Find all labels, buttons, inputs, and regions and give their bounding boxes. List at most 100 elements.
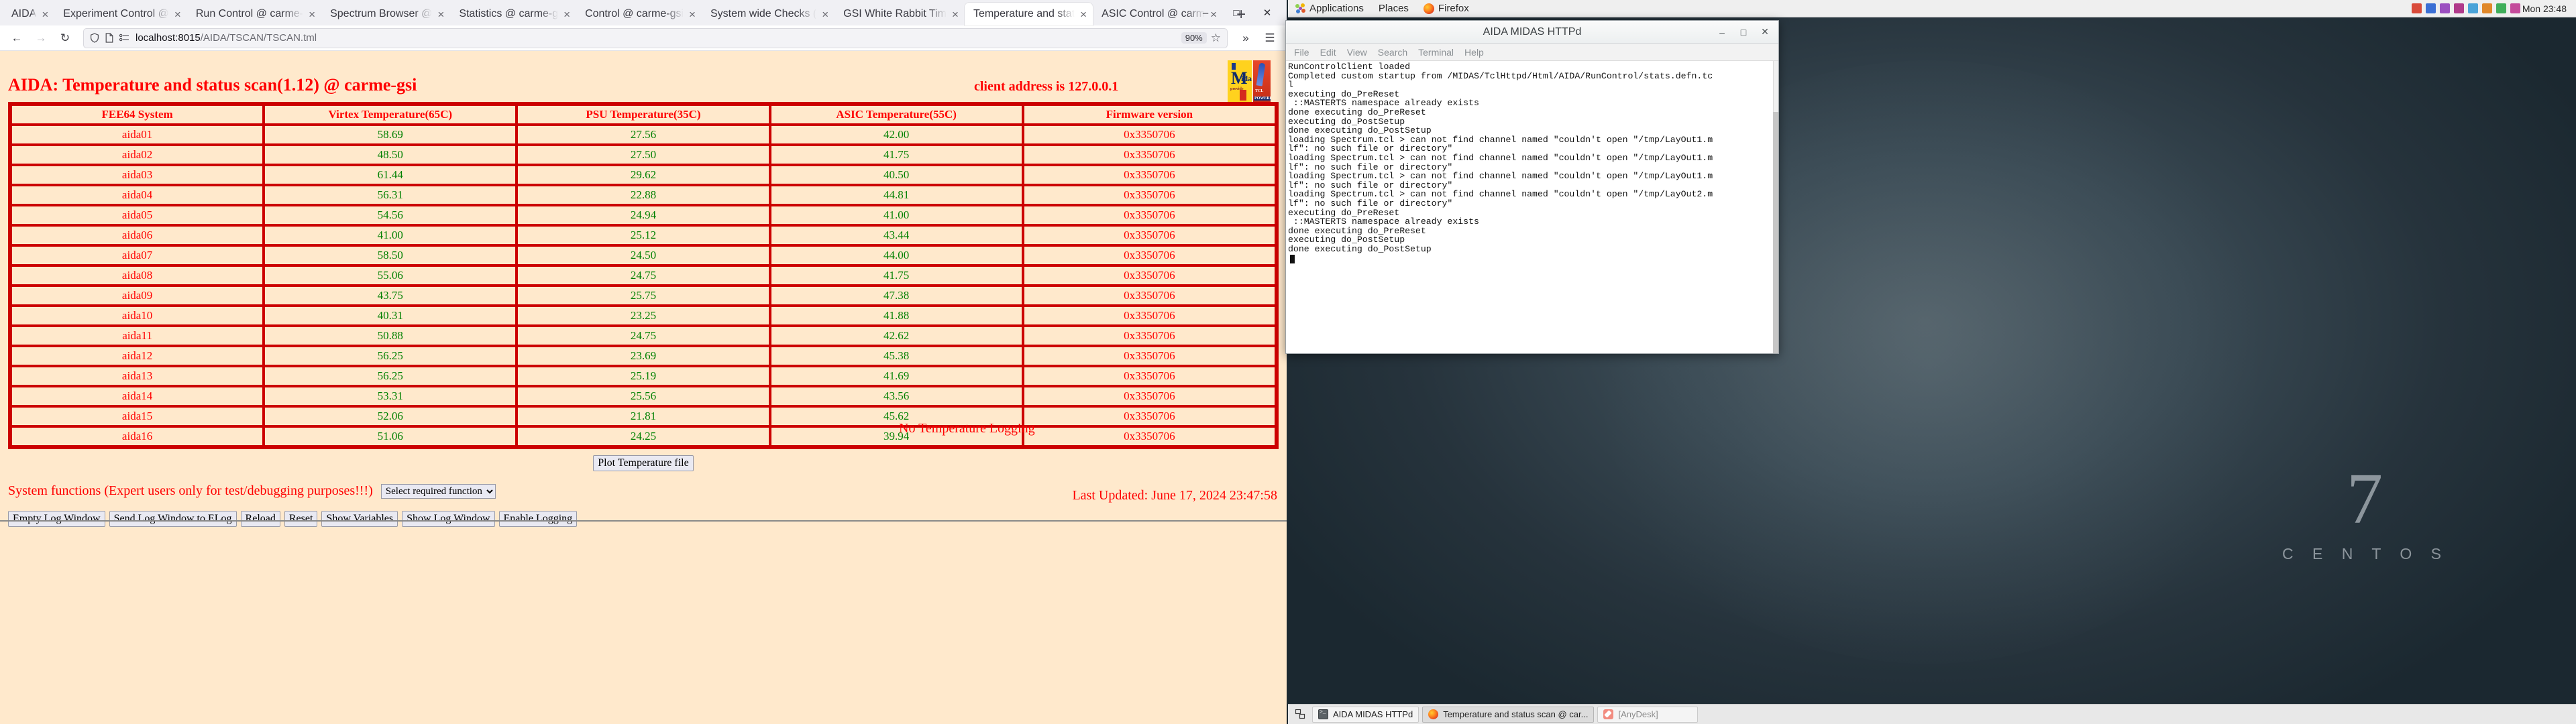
table-header: FEE64 System Virtex Temperature(65C) PSU T… <box>11 105 1276 125</box>
browser-tab-label: System wide Checks ( <box>710 8 817 19</box>
close-tab-icon[interactable]: × <box>1080 9 1087 20</box>
table-cell-temperature: 24.75 <box>517 265 770 286</box>
taskbar-item-label: [AnyDesk] <box>1618 709 1658 719</box>
terminal-menu-item[interactable]: View <box>1342 46 1372 59</box>
close-window-button[interactable]: ✕ <box>1252 3 1283 23</box>
xfce-logo-icon <box>1295 3 1305 13</box>
system-functions-select[interactable]: Select required function <box>380 483 496 499</box>
reload-button[interactable]: ↻ <box>54 28 76 48</box>
table-cell-temperature: 58.50 <box>264 245 517 265</box>
address-bar[interactable]: localhost:8015/AIDA/TSCAN/TSCAN.tml 90% … <box>83 27 1228 48</box>
table-cell-temperature: 53.31 <box>264 386 517 406</box>
terminal-menu-item[interactable]: File <box>1289 46 1314 59</box>
close-tab-icon[interactable]: × <box>689 9 696 20</box>
terminal-maximize-button[interactable]: □ <box>1733 23 1754 41</box>
table-cell-system: aida03 <box>11 165 264 185</box>
close-tab-icon[interactable]: × <box>309 9 315 20</box>
browser-tab[interactable]: Spectrum Browser @ × <box>321 3 450 25</box>
table-cell-temperature: 58.69 <box>264 125 517 145</box>
terminal-close-button[interactable]: ✕ <box>1754 23 1776 41</box>
browser-tab[interactable]: GSI White Rabbit Tim × <box>835 3 965 25</box>
reader-mode-icon[interactable] <box>119 34 129 42</box>
system-button[interactable]: Enable Logging <box>498 511 578 527</box>
close-tab-icon[interactable]: × <box>174 9 181 20</box>
browser-tab[interactable]: Experiment Control @ × <box>54 3 187 25</box>
taskbar-item[interactable]: Temperature and status scan @ car... <box>1422 706 1595 723</box>
tray-icon-5[interactable] <box>2467 3 2478 13</box>
close-tab-icon[interactable]: × <box>822 9 828 20</box>
browser-tab[interactable]: Run Control @ carme- × <box>187 3 321 25</box>
taskbar-item[interactable]: AIDA MIDAS HTTPd <box>1312 706 1419 723</box>
forward-button[interactable]: → <box>30 28 52 48</box>
table-cell-temperature: 56.25 <box>264 366 517 386</box>
overflow-menu-button[interactable]: » <box>1234 28 1257 48</box>
terminal-window-controls: – □ ✕ <box>1711 23 1776 41</box>
app-menu-button[interactable]: ☰ <box>1258 28 1281 48</box>
show-desktop-icon[interactable] <box>1291 707 1309 723</box>
table-cell-system: aida07 <box>11 245 264 265</box>
system-button[interactable]: Reload <box>240 511 280 527</box>
bookmark-star-icon[interactable]: ☆ <box>1211 32 1221 45</box>
system-button[interactable]: Send Log Window to ELog <box>109 511 237 527</box>
terminal-scrollbar[interactable] <box>1773 61 1778 353</box>
browser-tab[interactable]: Statistics @ carme-g × <box>450 3 576 25</box>
tray-icon-1[interactable] <box>2411 3 2422 13</box>
close-tab-icon[interactable]: × <box>42 9 48 20</box>
terminal-icon <box>1318 709 1328 719</box>
table-cell-temperature: 42.00 <box>769 125 1023 145</box>
system-button[interactable]: Empty Log Window <box>8 511 105 527</box>
tray-icon-2[interactable] <box>2425 3 2436 13</box>
table-cell-system: aida13 <box>11 366 264 386</box>
table-row: aida06 41.00 25.12 43.44 0x3350706 <box>11 225 1276 245</box>
tray-icon-6[interactable] <box>2481 3 2492 13</box>
table-cell-system: aida05 <box>11 205 264 225</box>
browser-tab-label: Spectrum Browser @ <box>330 8 433 19</box>
plot-temperature-file-button[interactable]: Plot Temperature file <box>593 455 694 471</box>
browser-tab[interactable]: AIDA × <box>3 3 54 25</box>
system-button[interactable]: Show Variables <box>321 511 398 527</box>
tray-icon-4[interactable] <box>2453 3 2464 13</box>
panel-clock[interactable]: Mon 23:48 <box>2522 3 2576 14</box>
minimize-button[interactable]: – <box>1190 3 1221 23</box>
terminal-body[interactable]: RunControlClient loaded Completed custom… <box>1286 61 1778 353</box>
table-column-header: FEE64 System <box>11 105 264 125</box>
applications-menu[interactable]: Applications <box>1288 0 1371 17</box>
maximize-button[interactable]: □ <box>1221 3 1252 23</box>
url-host: localhost:8015 <box>136 32 201 44</box>
browser-navbar: ← → ↻ localhost:8015/AIDA/TSCAN/TSCAN.tm… <box>0 25 1287 51</box>
browser-tab[interactable]: System wide Checks ( × <box>702 3 835 25</box>
tray-icon-3[interactable] <box>2439 3 2450 13</box>
close-tab-icon[interactable]: × <box>952 9 959 20</box>
firefox-window-menu[interactable]: Firefox <box>1416 0 1477 17</box>
places-menu[interactable]: Places <box>1371 0 1416 17</box>
terminal-menu-item[interactable]: Search <box>1373 46 1412 59</box>
url-path: /AIDA/TSCAN/TSCAN.tml <box>200 32 317 44</box>
taskbar-item[interactable]: [AnyDesk] <box>1597 706 1699 723</box>
system-button[interactable]: Show Log Window <box>402 511 495 527</box>
table-cell-temperature: 56.31 <box>264 185 517 205</box>
table-cell-temperature: 41.75 <box>769 145 1023 165</box>
close-tab-icon[interactable]: × <box>437 9 444 20</box>
table-cell-system: aida15 <box>11 406 264 426</box>
table-cell-temperature: 24.25 <box>517 426 770 446</box>
browser-tab[interactable]: Temperature and stat × <box>964 3 1093 25</box>
terminal-menu-item[interactable]: Help <box>1460 46 1489 59</box>
back-button[interactable]: ← <box>5 28 28 48</box>
browser-tab[interactable]: Control @ carme-gsi × <box>576 3 702 25</box>
terminal-menu-item[interactable]: Terminal <box>1413 46 1458 59</box>
system-button[interactable]: Reset <box>284 511 318 527</box>
close-tab-icon[interactable]: × <box>564 9 570 20</box>
tray-icon-8[interactable] <box>2510 3 2520 13</box>
table-cell-firmware: 0x3350706 <box>1022 366 1276 386</box>
shield-icon <box>90 33 99 43</box>
terminal-menu-item[interactable]: Edit <box>1316 46 1341 59</box>
zoom-level-indicator[interactable]: 90% <box>1181 32 1207 44</box>
tray-icon-7[interactable] <box>2496 3 2506 13</box>
page-info-icon[interactable] <box>105 33 113 43</box>
terminal-titlebar[interactable]: AIDA MIDAS HTTPd – □ ✕ <box>1286 21 1778 44</box>
table-cell-temperature: 54.56 <box>264 205 517 225</box>
terminal-minimize-button[interactable]: – <box>1711 23 1733 41</box>
browser-tabstrip: AIDA × Experiment Control @ × Run Control @ … <box>0 0 1287 25</box>
terminal-output: RunControlClient loaded Completed custom… <box>1288 62 1713 254</box>
tcl-logo-label1: TCL <box>1255 89 1264 93</box>
